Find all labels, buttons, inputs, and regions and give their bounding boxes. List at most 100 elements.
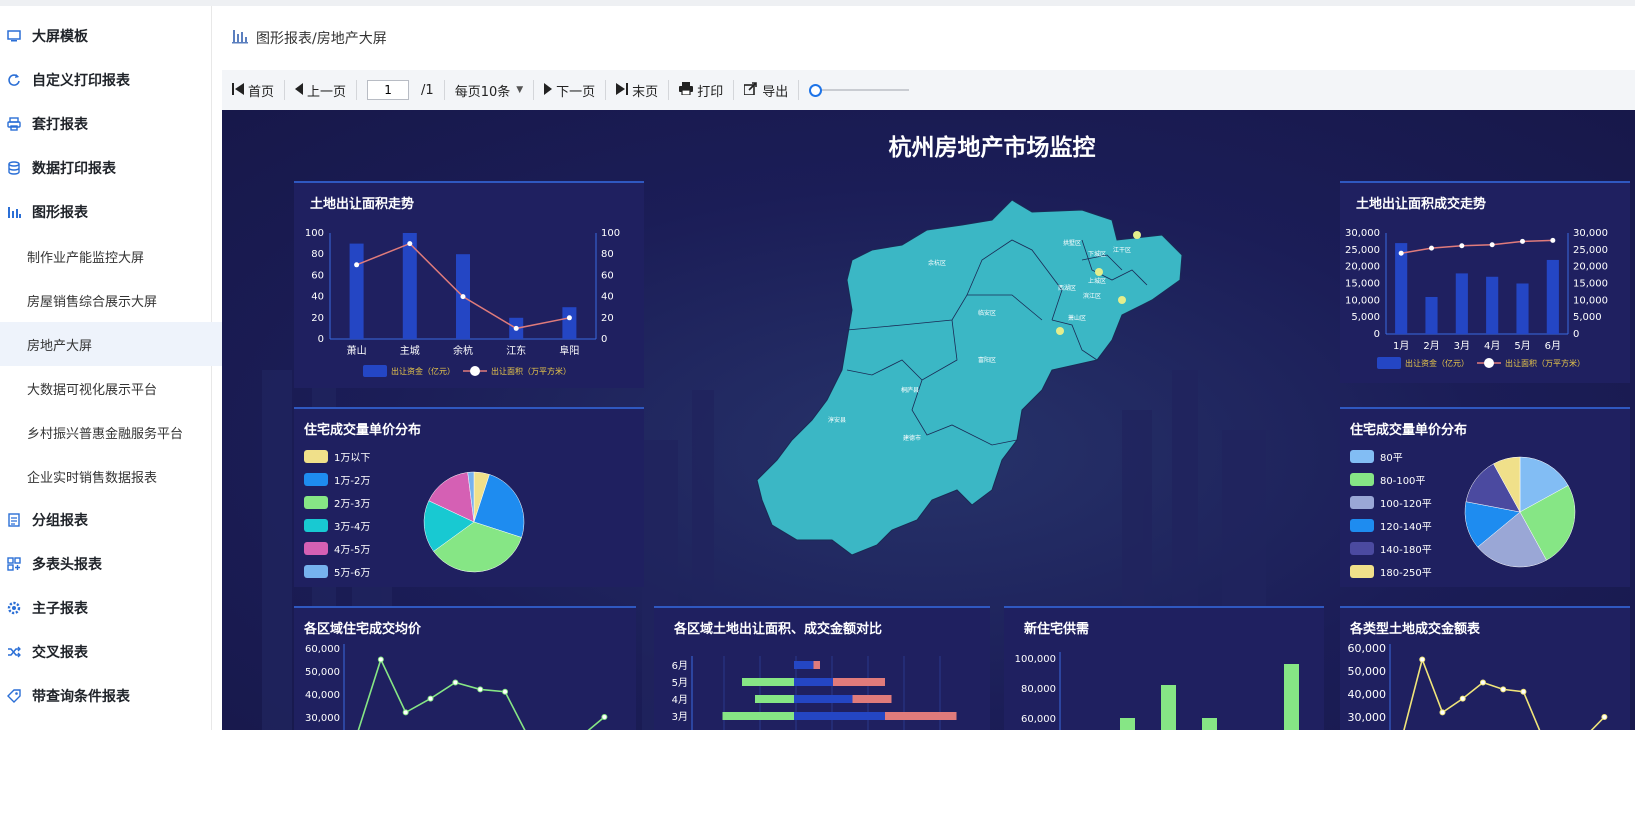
line-point[interactable] <box>1398 250 1404 256</box>
sidebar-item[interactable]: 套打报表 <box>0 102 211 146</box>
land-deal-trend-chart[interactable]: 0 0 5,000 5,000 10,000 10,000 15,000 15,000 20,0… <box>1340 183 1630 383</box>
line-point[interactable] <box>1459 695 1466 702</box>
y-tick-label: 80 <box>601 249 614 260</box>
line-point[interactable] <box>1601 714 1608 720</box>
sidebar-item[interactable]: 乡村振兴普惠金融服务平台 <box>0 410 238 454</box>
zoom-slider[interactable] <box>809 84 910 97</box>
district-compare-chart[interactable]: 3月 4月 5月 6月 <box>654 608 990 730</box>
caret-down-icon: ▼ <box>516 85 524 95</box>
bar[interactable] <box>1546 259 1559 334</box>
breadcrumb-text: 图形报表/房地产大屏 <box>256 31 387 47</box>
district-avg-chart[interactable]: 30,000 40,000 50,000 60,000 <box>294 608 636 730</box>
line-point[interactable] <box>513 325 519 331</box>
line-point[interactable] <box>402 709 409 716</box>
y-tick-label: 5,000 <box>1351 312 1380 323</box>
sidebar-item[interactable]: 交叉报表 <box>0 630 211 674</box>
sidebar-item[interactable]: 数据打印报表 <box>0 146 211 190</box>
line-point[interactable] <box>1429 245 1434 251</box>
bar-blue[interactable] <box>794 695 853 703</box>
y-tick-label: 3月 <box>672 711 688 723</box>
sidebar-item[interactable]: 制作业产能监控大屏 <box>0 234 238 278</box>
bar-green[interactable] <box>742 678 794 686</box>
bar-blue[interactable] <box>794 661 814 669</box>
line-point[interactable] <box>477 686 484 693</box>
sidebar-item[interactable]: 房地产大屏 <box>0 322 238 366</box>
bar[interactable] <box>1425 296 1438 334</box>
legend-marker <box>1484 358 1494 368</box>
bar-blue[interactable] <box>794 678 833 686</box>
sidebar-item[interactable]: 自定义打印报表 <box>0 58 211 102</box>
sidebar-item[interactable]: 大屏模板 <box>0 14 211 58</box>
export-button[interactable]: 导出 <box>734 70 798 110</box>
line-point[interactable] <box>1520 688 1527 695</box>
sidebar-item[interactable]: 分组报表 <box>0 498 211 542</box>
page-size-select[interactable]: 每页10条 ▼ <box>445 70 533 110</box>
bar-red[interactable] <box>885 712 957 720</box>
bar[interactable] <box>1120 718 1135 730</box>
sidebar-item[interactable]: 大数据可视化展示平台 <box>0 366 238 410</box>
line-point[interactable] <box>1439 709 1446 716</box>
print-label: 打印 <box>697 84 724 100</box>
line-point[interactable] <box>427 695 434 702</box>
land-type-amount-chart[interactable]: 30,000 40,000 50,000 60,000 <box>1340 608 1630 730</box>
bar[interactable] <box>1284 664 1299 730</box>
y-tick-label: 0 <box>1573 329 1579 340</box>
bar[interactable] <box>1486 276 1499 334</box>
bar-green[interactable] <box>722 712 795 720</box>
line-point[interactable] <box>460 294 466 300</box>
sidebar-item[interactable]: 企业实时销售数据报表 <box>0 454 238 498</box>
sidebar-item[interactable]: 多表头报表 <box>0 542 211 586</box>
bar-blue[interactable] <box>794 712 885 720</box>
line-point[interactable] <box>354 262 360 268</box>
sidebar-item[interactable]: 主子报表 <box>0 586 211 630</box>
bar-red[interactable] <box>833 678 885 686</box>
line-point[interactable] <box>1479 679 1486 686</box>
page-total: /1 <box>421 82 434 98</box>
line-point[interactable] <box>407 241 413 247</box>
line-point[interactable] <box>1459 243 1465 249</box>
page-bottom-area <box>0 730 1635 837</box>
line-point[interactable] <box>1500 686 1507 693</box>
bar[interactable] <box>1395 243 1408 334</box>
bar[interactable] <box>349 243 364 339</box>
sidebar-item[interactable]: 带查询条件报表 <box>0 674 211 718</box>
line-point[interactable] <box>601 714 608 720</box>
bar-red[interactable] <box>813 661 821 669</box>
line-point[interactable] <box>1520 238 1525 244</box>
prev-page-button[interactable]: 上一页 <box>285 70 356 110</box>
next-page-button[interactable]: 下一页 <box>534 70 605 110</box>
bar[interactable] <box>1161 685 1176 730</box>
last-page-button[interactable]: 末页 <box>606 70 668 110</box>
line-point[interactable] <box>452 679 459 686</box>
bar-red[interactable] <box>852 695 892 703</box>
sidebar-item[interactable]: 房屋销售综合展示大屏 <box>0 278 238 322</box>
page-number-input[interactable] <box>367 80 410 100</box>
line-point[interactable] <box>1419 656 1426 663</box>
bar[interactable] <box>562 307 577 339</box>
price-pie-chart-right[interactable] <box>1340 409 1630 587</box>
price-pie-chart-left[interactable] <box>294 409 644 587</box>
bar[interactable] <box>1516 283 1529 335</box>
first-page-button[interactable]: 首页 <box>222 70 284 110</box>
map-region-label: 桐庐县 <box>901 386 919 394</box>
line-point[interactable] <box>1489 242 1495 248</box>
bar-green[interactable] <box>755 695 794 703</box>
shuffle-icon <box>6 644 22 660</box>
sidebar-item[interactable]: 图形报表 <box>0 190 211 234</box>
sidebar: 大屏模板 自定义打印报表 套打报表 数据打印报表 图形报表 制作业产能监控大屏 房屋销售综合… <box>0 6 238 730</box>
land-trend-chart[interactable]: 0 0 20 20 40 40 60 60 80 80 100 100 萧山 主城 余杭 江东 阜阳出让资金（亿… <box>294 183 644 388</box>
bar[interactable] <box>1202 718 1217 730</box>
x-tick-label: 阜阳 <box>559 344 579 357</box>
zoom-slider-thumb[interactable] <box>809 84 823 97</box>
print-button[interactable]: 打印 <box>669 70 733 110</box>
x-tick-label: 6月 <box>1545 340 1561 352</box>
hangzhou-map[interactable]: 余杭区临安区富阳区桐庐县淳安县建德市 萧山区 西湖区 上城区 下城区拱墅区江干区滨江区 <box>752 200 1232 570</box>
line-point[interactable] <box>377 656 384 663</box>
first-page-label: 首页 <box>248 84 275 100</box>
new-supply-chart[interactable]: 40,00060,00080,000100,000 <box>1004 608 1324 730</box>
line-point[interactable] <box>502 688 509 695</box>
line-point[interactable] <box>566 315 572 321</box>
line-point[interactable] <box>1550 237 1556 243</box>
bar[interactable] <box>1455 273 1468 334</box>
export-icon <box>743 82 758 98</box>
